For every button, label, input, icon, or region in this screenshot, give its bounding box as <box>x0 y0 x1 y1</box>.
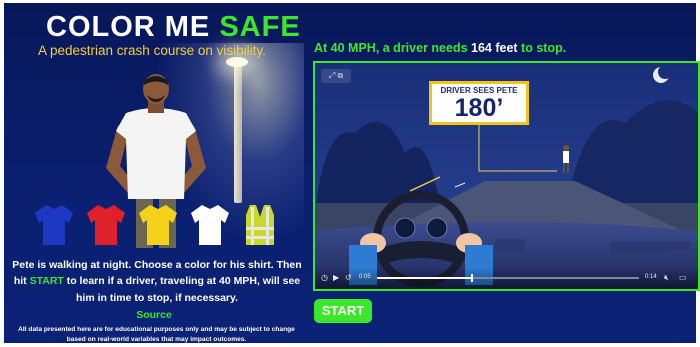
tagline: A pedestrian crash course on visibility. <box>38 43 266 58</box>
current-time: 0:05 <box>359 274 371 280</box>
app-stage: COLOR ME SAFE A pedestrian crash course … <box>4 3 700 343</box>
shirt-icon <box>139 205 177 245</box>
distance-sign: DRIVER SEES PETE 180’ <box>429 81 529 125</box>
instructions-text: Pete is walking at night. Choose a color… <box>12 257 302 306</box>
streetlight-pole <box>234 63 242 203</box>
mute-icon[interactable]: 🔇︎ <box>664 273 669 283</box>
headline-part-2: feet <box>491 41 518 55</box>
start-button[interactable]: START <box>314 299 372 323</box>
headline-part-1: At 40 MPH, a driver needs <box>314 41 472 55</box>
left-panel: COLOR ME SAFE A pedestrian crash course … <box>4 3 304 343</box>
logo: COLOR ME SAFE <box>46 11 301 44</box>
shirt-icon <box>87 205 125 245</box>
expand-icon[interactable]: ⤢ ⧉ <box>321 69 351 83</box>
instructions-part-2: to learn if a driver, traveling at 40 MP… <box>63 275 301 304</box>
shirt-color-options <box>34 203 284 251</box>
sign-distance: 180’ <box>454 94 504 122</box>
shirt-swatch-safety-vest[interactable] <box>240 203 280 247</box>
duration-time: 0:14 <box>645 274 657 280</box>
logo-accent-text: SAFE <box>219 11 301 43</box>
play-icon[interactable]: ▶ <box>333 273 339 282</box>
headline-part-3: to stop. <box>517 41 567 55</box>
shirt-icon <box>35 205 73 245</box>
video-player[interactable]: ⤢ ⧉ DRIVER SEES PETE 180’ ◷ ▶ ↺ 0:05 0:1… <box>313 61 700 291</box>
progress-track[interactable] <box>377 274 639 282</box>
shirt-swatch-yellow[interactable] <box>138 203 178 247</box>
instructions-start-word: START <box>29 275 64 288</box>
safety-vest-icon <box>246 205 274 245</box>
stopping-distance-headline: At 40 MPH, a driver needs 164 feet to st… <box>314 41 566 55</box>
shirt-swatch-red[interactable] <box>86 203 126 247</box>
video-controls: ◷ ▶ ↺ 0:05 0:14 🔇︎ ▭ <box>315 267 698 289</box>
shirt-swatch-blue[interactable] <box>34 203 74 247</box>
streetlight-lamp <box>226 57 248 67</box>
replay-icon[interactable]: ◷ <box>321 273 328 282</box>
shirt-swatch-white[interactable] <box>190 203 230 247</box>
progress-fill <box>377 277 472 279</box>
fullscreen-icon[interactable]: ▭ <box>679 273 687 282</box>
source-link[interactable]: Source <box>4 309 304 321</box>
disclaimer-text: All data presented here are for educatio… <box>18 326 295 343</box>
progress-thumb[interactable] <box>471 274 474 282</box>
headline-number: 164 <box>471 41 492 55</box>
logo-text: COLOR ME <box>46 11 220 43</box>
rewind-icon[interactable]: ↺ <box>345 273 352 282</box>
shirt-icon <box>191 205 229 245</box>
